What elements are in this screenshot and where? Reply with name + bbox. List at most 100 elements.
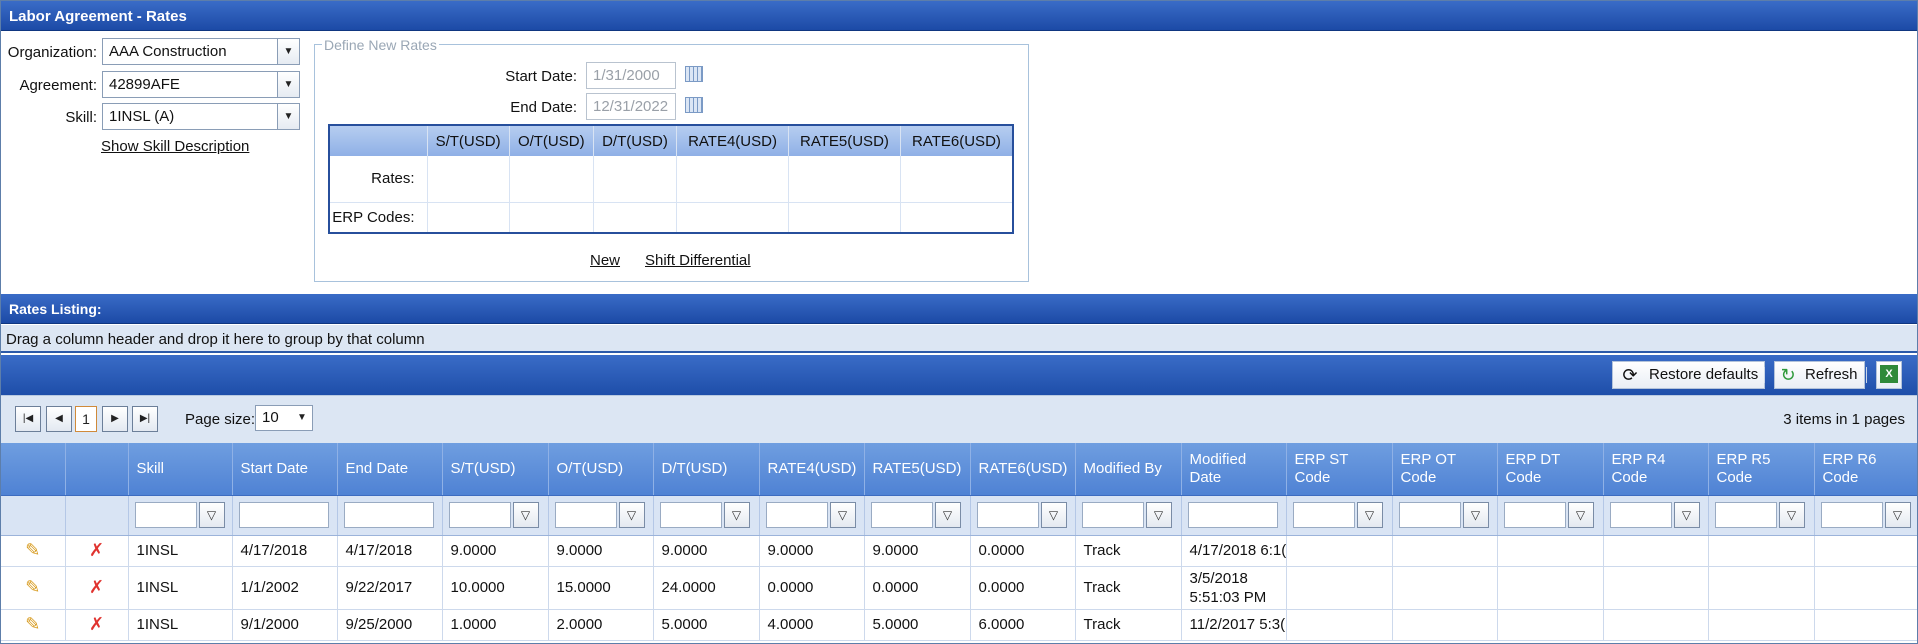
filter-input[interactable]: [659, 502, 722, 528]
filter-input[interactable]: [448, 502, 511, 528]
group-by-panel[interactable]: Drag a column header and drop it here to…: [1, 325, 1917, 353]
filter-icon[interactable]: ▽: [512, 502, 539, 528]
rate-cell[interactable]: [509, 156, 594, 203]
filter-icon[interactable]: ▽: [1145, 502, 1172, 528]
table-cell: [1708, 609, 1815, 641]
col-erp-st-code[interactable]: ERP ST Code: [1286, 443, 1393, 496]
filter-input[interactable]: [1187, 502, 1278, 528]
filter-input[interactable]: [1292, 502, 1355, 528]
col-st[interactable]: S/T(USD): [442, 443, 549, 496]
chevron-down-icon[interactable]: ▼: [277, 72, 299, 97]
filter-icon[interactable]: ▽: [1884, 502, 1911, 528]
filter-input[interactable]: [1714, 502, 1777, 528]
rate-cell[interactable]: [676, 156, 789, 203]
erp-code-cell[interactable]: [427, 202, 510, 234]
new-link[interactable]: New: [590, 252, 620, 269]
pencil-icon[interactable]: ✎: [25, 614, 40, 634]
filter-icon[interactable]: ▽: [1356, 502, 1383, 528]
next-page-button[interactable]: ▶: [102, 406, 128, 432]
show-skill-description-link[interactable]: Show Skill Description: [101, 138, 249, 155]
grid-pager: |◀ ◀ 1 ▶ ▶| Page size: 10 ▼ 3 items in 1…: [1, 395, 1917, 443]
col-erp-ot-code[interactable]: ERP OT Code: [1392, 443, 1498, 496]
filter-icon[interactable]: ▽: [1673, 502, 1700, 528]
col-ot: O/T(USD): [509, 125, 594, 156]
col-skill[interactable]: Skill: [128, 443, 233, 496]
filter-spacer: [1, 495, 66, 536]
rate-cell[interactable]: [427, 156, 510, 203]
skill-select[interactable]: 1INSL (A) ▼: [102, 103, 300, 130]
erp-code-cell[interactable]: [900, 202, 1014, 234]
pencil-icon[interactable]: ✎: [25, 577, 40, 597]
filter-icon[interactable]: ▽: [829, 502, 856, 528]
filter-input[interactable]: [134, 502, 197, 528]
filter-input[interactable]: [1609, 502, 1672, 528]
pencil-icon[interactable]: ✎: [25, 540, 40, 560]
chevron-down-icon[interactable]: ▼: [292, 406, 312, 430]
table-row[interactable]: ✎ ✗ 1INSL 9/1/2000 9/25/2000 1.0000 2.0000 5.00…: [1, 609, 1917, 641]
col-start-date[interactable]: Start Date: [232, 443, 338, 496]
start-date-input[interactable]: 1/31/2000: [586, 62, 676, 89]
col-erp-dt-code[interactable]: ERP DT Code: [1497, 443, 1604, 496]
filter-input[interactable]: [870, 502, 933, 528]
col-ot[interactable]: O/T(USD): [548, 443, 654, 496]
filter-input[interactable]: [238, 502, 329, 528]
restore-defaults-button[interactable]: ⟳ Restore defaults: [1612, 361, 1766, 389]
last-page-button[interactable]: ▶|: [132, 406, 158, 432]
filter-input[interactable]: [1081, 502, 1144, 528]
first-page-button[interactable]: |◀: [15, 406, 41, 432]
filter-icon[interactable]: ▽: [1040, 502, 1067, 528]
calendar-icon[interactable]: [685, 97, 703, 113]
col-dt[interactable]: D/T(USD): [653, 443, 760, 496]
table-row[interactable]: ✎ ✗ 1INSL 1/1/2002 9/22/2017 10.0000 15.0000 24…: [1, 566, 1917, 610]
filter-input[interactable]: [765, 502, 828, 528]
rate-cell[interactable]: [900, 156, 1014, 203]
end-date-input[interactable]: 12/31/2022: [586, 93, 676, 120]
erp-code-cell[interactable]: [509, 202, 594, 234]
col-modified-date[interactable]: Modified Date: [1181, 443, 1287, 496]
col-erp-r5-code[interactable]: ERP R5 Code: [1708, 443, 1815, 496]
filter-icon[interactable]: ▽: [1462, 502, 1489, 528]
delete-x-icon[interactable]: ✗: [89, 540, 104, 560]
calendar-icon[interactable]: [685, 66, 703, 82]
filter-input[interactable]: [1820, 502, 1883, 528]
col-rate5[interactable]: RATE5(USD): [864, 443, 971, 496]
filter-icon[interactable]: ▽: [1778, 502, 1805, 528]
col-erp-r6-code[interactable]: ERP R6 Code: [1814, 443, 1917, 496]
filter-icon[interactable]: ▽: [1567, 502, 1594, 528]
filter-input[interactable]: [1503, 502, 1566, 528]
filter-icon[interactable]: ▽: [934, 502, 961, 528]
rate-cell[interactable]: [788, 156, 901, 203]
table-cell: 10.0000: [442, 566, 549, 610]
filter-icon[interactable]: ▽: [723, 502, 750, 528]
erp-code-cell[interactable]: [676, 202, 789, 234]
chevron-down-icon[interactable]: ▼: [277, 39, 299, 64]
rates-row-label: Rates:: [329, 156, 428, 203]
refresh-button[interactable]: ↻ Refresh: [1774, 361, 1865, 389]
shift-differential-link[interactable]: Shift Differential: [645, 252, 751, 269]
filter-input[interactable]: [976, 502, 1039, 528]
col-rate4[interactable]: RATE4(USD): [759, 443, 865, 496]
table-cell: [1603, 566, 1709, 610]
filter-input[interactable]: [554, 502, 617, 528]
chevron-down-icon[interactable]: ▼: [277, 104, 299, 129]
rate-cell[interactable]: [593, 156, 678, 203]
organization-select[interactable]: AAA Construction ▼: [102, 38, 300, 65]
col-rate6[interactable]: RATE6(USD): [970, 443, 1076, 496]
table-row[interactable]: ✎ ✗ 1INSL 4/17/2018 4/17/2018 9.0000 9.0000 9.0…: [1, 535, 1917, 567]
erp-code-cell[interactable]: [788, 202, 901, 234]
col-erp-r4-code[interactable]: ERP R4 Code: [1603, 443, 1709, 496]
delete-x-icon[interactable]: ✗: [89, 577, 104, 597]
erp-code-cell[interactable]: [593, 202, 678, 234]
page-size-select[interactable]: 10 ▼: [255, 405, 313, 431]
col-end-date[interactable]: End Date: [337, 443, 443, 496]
filter-input[interactable]: [1398, 502, 1461, 528]
export-excel-button[interactable]: X: [1876, 361, 1902, 389]
delete-x-icon[interactable]: ✗: [89, 614, 104, 634]
filter-icon[interactable]: ▽: [618, 502, 645, 528]
prev-page-button[interactable]: ◀: [46, 406, 72, 432]
filter-input[interactable]: [343, 502, 434, 528]
col-modified-by[interactable]: Modified By: [1075, 443, 1182, 496]
agreement-select[interactable]: 42899AFE ▼: [102, 71, 300, 98]
page-number-button[interactable]: 1: [75, 406, 97, 432]
filter-icon[interactable]: ▽: [198, 502, 225, 528]
